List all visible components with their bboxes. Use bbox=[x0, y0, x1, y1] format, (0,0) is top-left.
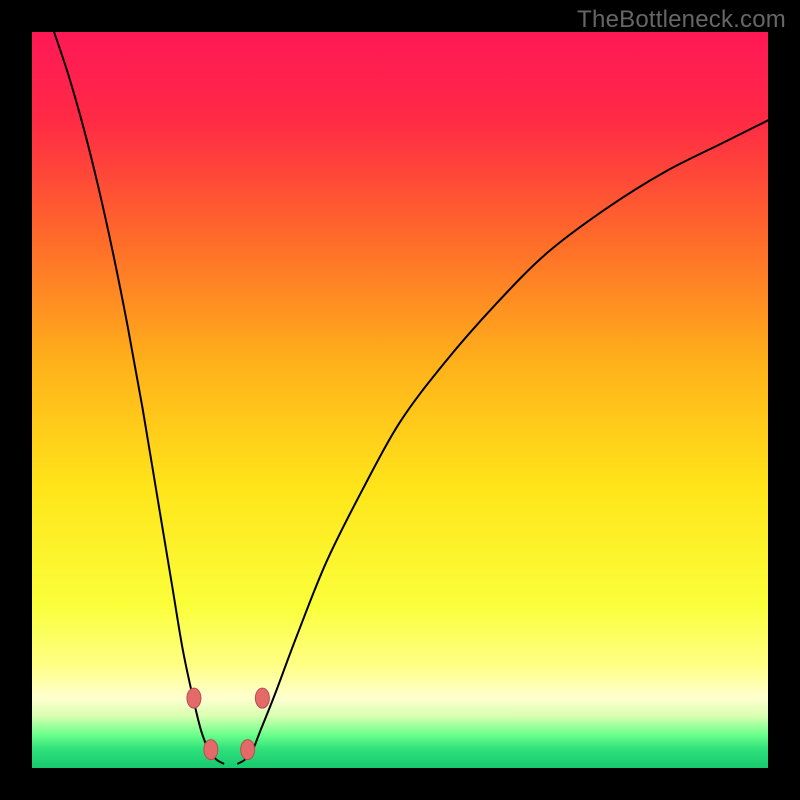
valley-markers-point-1 bbox=[204, 740, 218, 760]
valley-markers-point-3 bbox=[255, 688, 269, 708]
chart-frame: TheBottleneck.com bbox=[0, 0, 800, 800]
watermark-text: TheBottleneck.com bbox=[577, 6, 786, 34]
valley-markers-point-2 bbox=[241, 740, 255, 760]
valley-markers-point-0 bbox=[187, 688, 201, 708]
plot-area bbox=[32, 32, 768, 768]
plot-background bbox=[32, 32, 768, 768]
